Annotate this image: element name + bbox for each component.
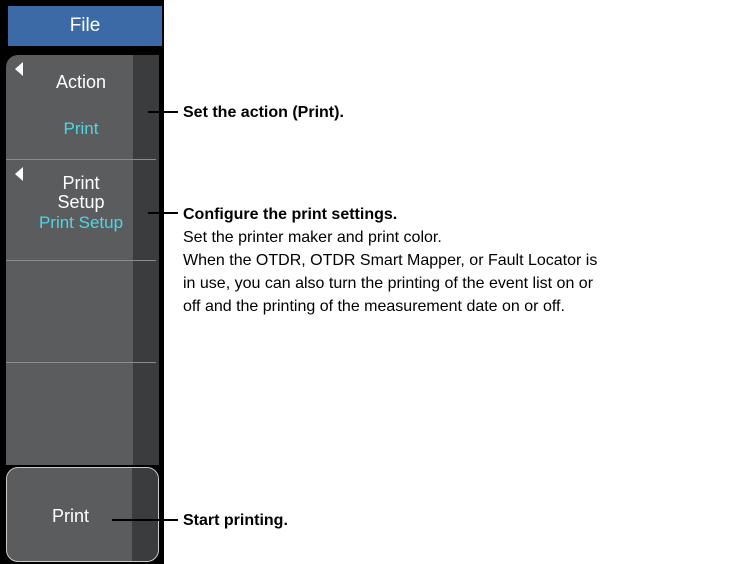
callout-start-text: Start printing. [183, 512, 288, 529]
instrument-screen: File Action Print Print Setup Print Setu… [0, 0, 164, 564]
callout-setup-line: Set the printer maker and print color. [183, 229, 442, 246]
print-setup-soft-key[interactable]: Print Setup Print Setup [6, 160, 156, 260]
callout-setup-line: When the OTDR, OTDR Smart Mapper, or Fau… [183, 252, 598, 269]
menu-side-strip [132, 468, 158, 561]
callout-action: Set the action (Print). [183, 101, 344, 124]
callout-setup-line: in use, you can also turn the printing o… [183, 275, 594, 292]
menu-title-bar: File [8, 6, 162, 46]
leader-line-start [112, 519, 178, 521]
action-value: Print [63, 119, 99, 138]
callout-print-setup: Configure the print settings. Set the pr… [183, 203, 743, 318]
callout-start: Start printing. [183, 509, 288, 532]
print-setup-value: Print Setup [38, 213, 124, 232]
leader-line-action [148, 111, 178, 113]
print-setup-label-line2: Setup [57, 192, 105, 212]
print-button[interactable]: Print [6, 467, 159, 562]
action-label: Action [55, 72, 107, 92]
print-setup-label-line1: Print [62, 173, 100, 193]
callout-action-text: Set the action (Print). [183, 104, 344, 121]
callout-setup-title: Configure the print settings. [183, 206, 398, 223]
empty-soft-key [6, 261, 156, 362]
leader-line-setup [148, 212, 178, 214]
print-button-label: Print [51, 506, 89, 526]
soft-key-menu: Action Print Print Setup Print Setup [6, 55, 159, 465]
menu-title: File [69, 15, 101, 36]
callout-setup-line: off and the printing of the measurement … [183, 298, 565, 315]
action-soft-key[interactable]: Action Print [6, 55, 156, 159]
empty-soft-key [6, 363, 156, 465]
